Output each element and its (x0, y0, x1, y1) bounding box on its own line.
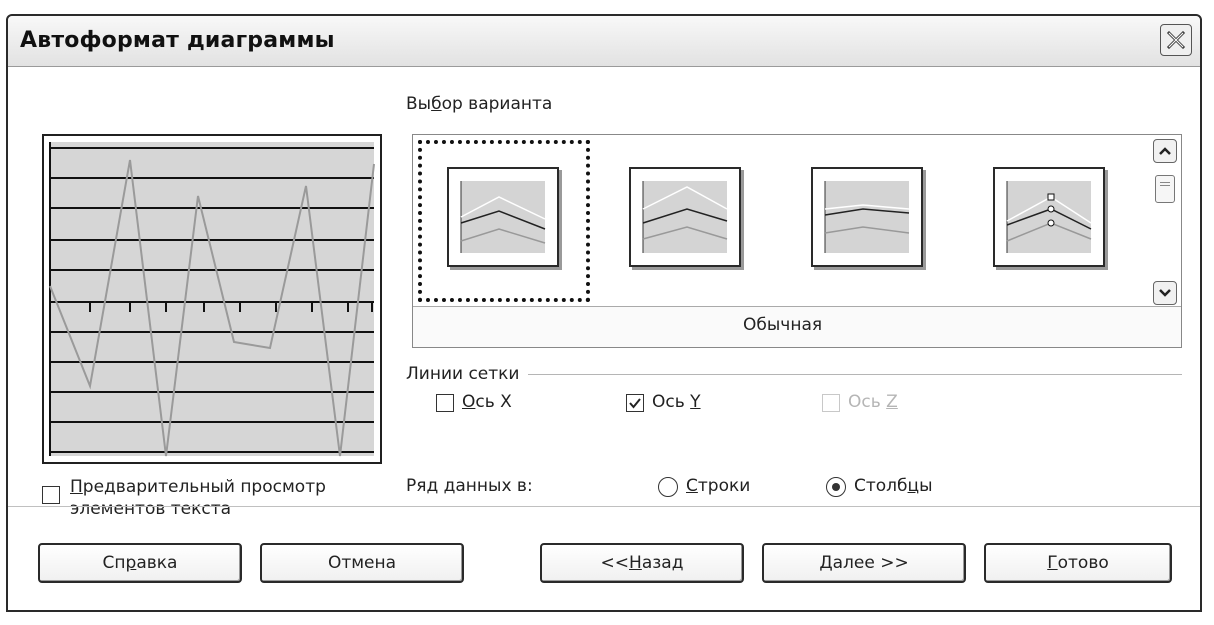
columns-radio[interactable] (826, 477, 846, 497)
close-button[interactable] (1160, 24, 1192, 56)
variants-list[interactable]: Обычная (412, 134, 1182, 348)
variant-3[interactable] (811, 167, 923, 267)
columns-radio-label: Столбцы (854, 476, 933, 496)
chart-autoformat-dialog: Автоформат диаграммы Выбор варианта Обыч… (6, 14, 1202, 612)
grid-lines-group-line (528, 374, 1182, 375)
axis-y-checkbox[interactable] (626, 394, 644, 412)
scroll-up-button[interactable] (1153, 139, 1177, 163)
axis-x-label: Ось X (462, 392, 512, 412)
data-series-label: Ряд данных в: (406, 476, 533, 496)
dialog-title: Автоформат диаграммы (20, 28, 335, 53)
cancel-button[interactable]: Отмена (260, 543, 464, 583)
chart-preview-graphic (49, 142, 375, 457)
chevron-down-icon (1159, 289, 1171, 297)
next-button[interactable]: Далее >> (762, 543, 966, 583)
axis-y-label: Ось Y (652, 392, 701, 412)
axis-z-label: Ось Z (848, 392, 898, 412)
footer-separator (8, 506, 1200, 507)
variant-4-preview (1006, 181, 1092, 253)
variant-caption-bar: Обычная (413, 306, 1181, 347)
chart-preview (42, 134, 382, 464)
variant-4[interactable] (993, 167, 1105, 267)
scroll-thumb[interactable] (1155, 175, 1175, 203)
selected-variant-name: Обычная (743, 315, 823, 335)
preview-text-label: Предварительный просмотр элементов текст… (70, 477, 326, 519)
plot-area (50, 142, 374, 456)
rows-radio[interactable] (658, 477, 678, 497)
radio-selected-dot (832, 483, 840, 491)
back-button[interactable]: << Назад (540, 543, 744, 583)
variant-2[interactable] (629, 167, 741, 267)
preview-text-checkbox[interactable] (42, 486, 60, 504)
axis-x-checkbox[interactable] (436, 394, 454, 412)
variants-section-label: Выбор варианта (406, 94, 553, 114)
variant-3-preview (824, 181, 910, 253)
variants-scrollbar[interactable] (1153, 139, 1179, 309)
close-icon (1166, 30, 1186, 50)
axis-z-checkbox[interactable] (822, 394, 840, 412)
variant-2-preview (642, 181, 728, 253)
variant-1-preview (460, 181, 546, 253)
scroll-down-button[interactable] (1153, 281, 1177, 305)
variant-1[interactable] (447, 167, 559, 267)
checkmark-icon (629, 398, 641, 409)
help-button[interactable]: Сп р авка (38, 543, 242, 583)
finish-button[interactable]: Готово (984, 543, 1172, 583)
grid-lines-label: Линии сетки (406, 364, 520, 384)
title-bar[interactable]: Автоформат диаграммы (8, 16, 1200, 67)
chevron-up-icon (1159, 147, 1171, 155)
rows-radio-label: Строки (686, 476, 751, 496)
